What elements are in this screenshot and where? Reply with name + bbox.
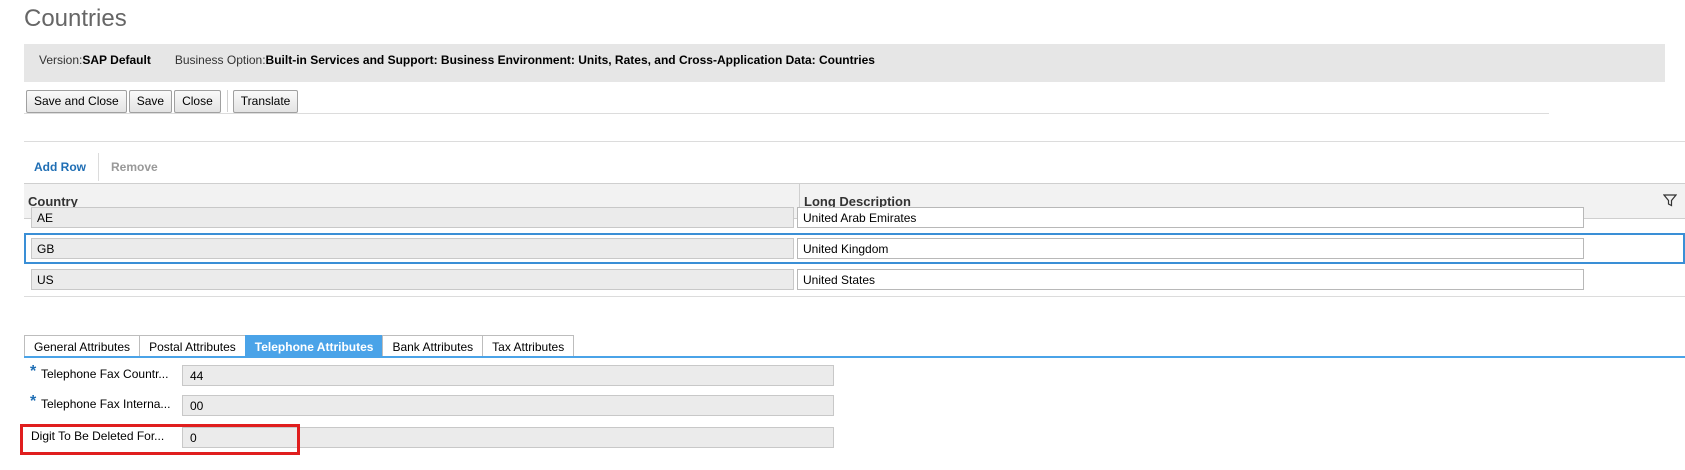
table-row[interactable]: AE United Arab Emirates bbox=[24, 202, 1685, 233]
tab-telephone-attributes[interactable]: Telephone Attributes bbox=[244, 335, 384, 357]
form-row-telephone-fax-international: * Telephone Fax Interna... 00 bbox=[24, 393, 834, 417]
long-description-input[interactable]: United Kingdom bbox=[797, 238, 1584, 259]
save-button[interactable]: Save bbox=[128, 89, 173, 113]
attribute-tabs: General Attributes Postal Attributes Tel… bbox=[24, 335, 575, 357]
divider bbox=[24, 113, 1549, 114]
row-actions: Add Row Remove bbox=[24, 152, 1685, 182]
country-cell[interactable]: US bbox=[31, 269, 794, 290]
required-indicator: * bbox=[30, 393, 37, 410]
tab-general-attributes[interactable]: General Attributes bbox=[24, 335, 141, 357]
version-label: Version: bbox=[39, 53, 83, 67]
tab-tax-attributes[interactable]: Tax Attributes bbox=[482, 335, 575, 357]
required-indicator: * bbox=[30, 363, 37, 380]
business-option-label: Business Option: bbox=[174, 53, 266, 67]
close-button[interactable]: Close bbox=[174, 89, 221, 113]
form-row-telephone-fax-country: * Telephone Fax Countr... 44 bbox=[24, 363, 834, 387]
toolbar-separator bbox=[226, 90, 228, 112]
translate-button[interactable]: Translate bbox=[232, 89, 299, 113]
page-title: Countries bbox=[24, 5, 127, 32]
field-label: Telephone Fax Countr... bbox=[41, 367, 169, 381]
remove-button[interactable]: Remove bbox=[99, 160, 158, 174]
info-bar: Version: SAP Default Business Option: Bu… bbox=[24, 44, 1665, 82]
country-cell[interactable]: AE bbox=[31, 207, 794, 228]
divider bbox=[24, 141, 1685, 142]
business-option-value: Built-in Services and Support: Business … bbox=[265, 53, 875, 67]
telephone-fax-country-field[interactable]: 44 bbox=[182, 365, 834, 386]
version-value: SAP Default bbox=[82, 53, 151, 67]
tab-postal-attributes[interactable]: Postal Attributes bbox=[139, 335, 246, 357]
long-description-input[interactable]: United States bbox=[797, 269, 1584, 290]
highlight-box bbox=[20, 424, 300, 455]
telephone-fax-international-field[interactable]: 00 bbox=[182, 395, 834, 416]
add-row-button[interactable]: Add Row bbox=[24, 160, 98, 174]
tab-bank-attributes[interactable]: Bank Attributes bbox=[382, 335, 484, 357]
toolbar: Save and Close Save Close Translate bbox=[26, 89, 300, 113]
field-label: Telephone Fax Interna... bbox=[41, 397, 171, 411]
long-description-input[interactable]: United Arab Emirates bbox=[797, 207, 1584, 228]
tab-underline bbox=[24, 356, 1685, 358]
save-and-close-button[interactable]: Save and Close bbox=[26, 89, 127, 113]
table-row[interactable]: GB United Kingdom bbox=[24, 233, 1685, 264]
table-row[interactable]: US United States bbox=[24, 264, 1685, 295]
country-cell[interactable]: GB bbox=[31, 238, 794, 259]
divider bbox=[24, 296, 1685, 297]
